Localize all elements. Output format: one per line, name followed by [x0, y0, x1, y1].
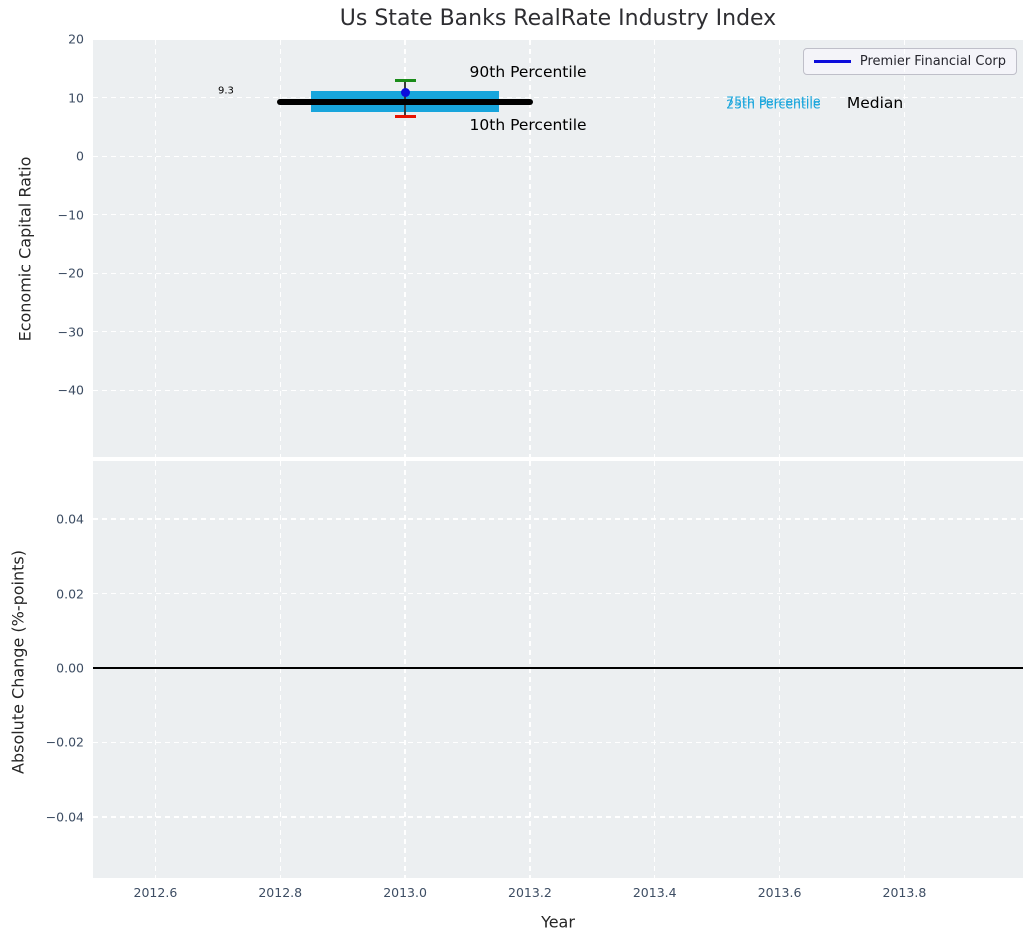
gridline-horizontal	[93, 214, 1023, 215]
chart-figure: Us State Banks RealRate Industry Index P…	[0, 0, 1034, 942]
gridline-vertical	[904, 40, 905, 457]
legend-line-icon	[814, 60, 851, 63]
zero-line	[93, 667, 1023, 669]
annotation-median-value: 9.3	[218, 86, 234, 97]
y-axis-label-top: Economic Capital Ratio	[16, 157, 35, 342]
x-tick-label: 2013.4	[633, 885, 677, 900]
y-tick-label: 20	[0, 32, 84, 47]
gridline-horizontal	[93, 156, 1023, 157]
y-axis-label-bottom: Absolute Change (%-points)	[9, 550, 28, 774]
bottom-plot-panel	[93, 461, 1023, 878]
top-plot-panel: Premier Financial Corp 9.3 90th Percentil…	[93, 40, 1023, 457]
y-tick-label: 10	[0, 90, 84, 105]
gridline-horizontal	[93, 816, 1023, 817]
p90-whisker-cap	[395, 79, 416, 82]
gridline-vertical	[654, 40, 655, 457]
gridline-vertical	[155, 40, 156, 457]
gridline-horizontal	[93, 273, 1023, 274]
x-tick-label: 2013.2	[508, 885, 552, 900]
chart-title: Us State Banks RealRate Industry Index	[340, 6, 776, 31]
x-tick-label: 2013.6	[758, 885, 802, 900]
y-tick-label: −20	[0, 266, 84, 281]
x-tick-label: 2013.0	[383, 885, 427, 900]
gridline-horizontal	[93, 742, 1023, 743]
legend-label: Premier Financial Corp	[860, 54, 1006, 69]
y-tick-label: −30	[0, 324, 84, 339]
company-data-point	[401, 88, 410, 97]
x-tick-label: 2012.6	[134, 885, 178, 900]
annotation-p90-label: 90th Percentile	[470, 63, 587, 81]
gridline-horizontal	[93, 390, 1023, 391]
x-axis-label: Year	[541, 913, 575, 932]
y-tick-label: −0.04	[0, 809, 84, 824]
gridline-horizontal	[93, 518, 1023, 519]
legend: Premier Financial Corp	[803, 48, 1017, 75]
p10-whisker-cap	[395, 115, 416, 118]
median-line	[277, 99, 533, 105]
y-tick-label: 0	[0, 149, 84, 164]
x-tick-label: 2012.8	[258, 885, 302, 900]
y-tick-label: −10	[0, 207, 84, 222]
y-tick-label: 0.04	[0, 512, 84, 527]
gridline-horizontal	[93, 331, 1023, 332]
annotation-p25-label: 25th Percentile	[726, 97, 820, 112]
annotation-median-label: Median	[847, 94, 903, 112]
gridline-horizontal	[93, 593, 1023, 594]
x-tick-label: 2013.8	[883, 885, 927, 900]
annotation-p10-label: 10th Percentile	[470, 116, 587, 134]
y-tick-label: −40	[0, 383, 84, 398]
